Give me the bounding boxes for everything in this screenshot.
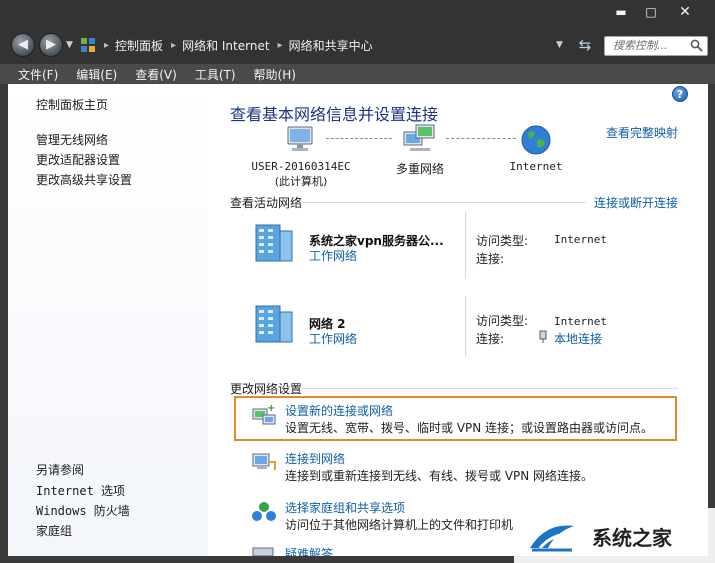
menu-edit[interactable]: 编辑(E) — [76, 66, 117, 83]
task-homegroup-desc: 访问位于其他网络计算机上的文件和打印机 — [285, 518, 514, 532]
breadcrumb[interactable]: ▸ 控制面板 ▸ 网络和 Internet ▸ 网络和共享中心 — [80, 33, 548, 57]
homegroup-icon — [252, 502, 276, 521]
close-button[interactable]: ✕ — [670, 2, 700, 22]
new-connection-icon: + — [252, 403, 276, 425]
connect-network-icon — [252, 453, 276, 470]
back-arrow-icon: ◀ — [18, 37, 28, 52]
menu-help[interactable]: 帮助(H) — [254, 66, 296, 83]
internet-globe-icon — [521, 125, 551, 155]
forward-button[interactable]: ▶ — [39, 33, 63, 57]
sidebar-link-windows-firewall[interactable]: Windows 防火墙 — [36, 502, 130, 519]
multiple-networks-label: 多重网络 — [395, 162, 444, 176]
help-button[interactable]: ? — [672, 86, 688, 102]
multiple-networks-icon — [403, 124, 435, 151]
task-homegroup-link[interactable]: 选择家庭组和共享选项 — [285, 499, 405, 516]
address-row: ◀ ▶ ▼ ▸ 控制面板 ▸ 网络和 Internet ▸ 网络和共享中心 ▼ … — [0, 28, 715, 64]
watermark: 系统之家 — [514, 508, 715, 563]
maximize-button[interactable]: □ — [636, 2, 666, 22]
breadcrumb-separator: ▸ — [104, 39, 110, 51]
sidebar-link-adapter-settings[interactable]: 更改适配器设置 — [36, 151, 120, 168]
task-setup-connection-link[interactable]: 设置新的连接或网络 — [285, 402, 393, 419]
sidebar-link-internet-options[interactable]: Internet 选项 — [36, 482, 125, 499]
sidebar-link-control-panel-home[interactable]: 控制面板主页 — [36, 96, 108, 113]
connect-disconnect-link[interactable]: 连接或断开连接 — [594, 194, 678, 211]
breadcrumb-separator: ▸ — [277, 39, 283, 51]
search-icon — [690, 39, 703, 52]
watermark-text: 系统之家 — [592, 526, 672, 550]
menu-tools[interactable]: 工具(T) — [195, 66, 236, 83]
task-setup-connection-desc: 设置无线、宽带、拨号、临时或 VPN 连接；或设置路由器或访问点。 — [285, 421, 654, 435]
address-dropdown-icon[interactable]: ▼ — [556, 40, 563, 50]
local-connection-link[interactable]: 本地连接 — [554, 330, 602, 347]
divider — [465, 212, 466, 278]
network-building-icon — [255, 305, 293, 343]
computer-subtitle: (此计算机) — [274, 175, 328, 188]
see-also-title: 另请参阅 — [36, 463, 85, 477]
troubleshoot-icon — [252, 547, 274, 556]
search-placeholder: 搜索控制... — [613, 39, 668, 52]
network-1-access-label: 访问类型: — [476, 234, 529, 248]
network-1-access-value: Internet — [554, 233, 607, 246]
sidebar-link-manage-wireless[interactable]: 管理无线网络 — [36, 131, 108, 148]
ethernet-icon — [539, 330, 547, 343]
sidebar-link-homegroup[interactable]: 家庭组 — [36, 522, 72, 539]
breadcrumb-separator: ▸ — [171, 39, 177, 51]
forward-arrow-icon: ▶ — [46, 37, 56, 52]
map-connector — [326, 138, 392, 139]
minimize-button[interactable]: ▬ — [606, 2, 636, 22]
network-2-connection-label: 连接: — [476, 332, 505, 346]
divider — [302, 388, 678, 389]
computer-name: USER-20160314EC — [251, 160, 351, 173]
watermark-logo-icon — [530, 525, 574, 552]
active-networks-title: 查看活动网络 — [230, 196, 303, 210]
control-panel-icon — [81, 38, 95, 52]
computer-icon — [287, 126, 313, 151]
refresh-icon[interactable]: ⇆ — [576, 36, 594, 54]
task-connect-network-desc: 连接到或重新连接到无线、有线、拨号或 VPN 网络连接。 — [285, 469, 594, 483]
divider — [300, 202, 586, 203]
breadcrumb-control-panel[interactable]: 控制面板 — [115, 37, 163, 54]
change-settings-title: 更改网络设置 — [230, 382, 303, 396]
back-button[interactable]: ◀ — [11, 33, 35, 57]
task-troubleshoot-link[interactable]: 疑难解答 — [285, 546, 333, 556]
title-bar: ▬ □ ✕ — [0, 0, 715, 28]
task-connect-network-link[interactable]: 连接到网络 — [285, 450, 345, 467]
network-1-connection-label: 连接: — [476, 252, 505, 266]
view-full-map-link[interactable]: 查看完整映射 — [606, 124, 678, 141]
divider — [465, 296, 466, 356]
network-2-access-value: Internet — [554, 315, 607, 328]
map-connector — [446, 138, 516, 139]
network-1-type-link[interactable]: 工作网络 — [309, 247, 357, 264]
network-building-icon — [255, 224, 293, 262]
breadcrumb-network-internet[interactable]: 网络和 Internet — [182, 37, 269, 54]
main-panel: ? 查看基本网络信息并设置连接 查看完整映射 USER-20160314EC (… — [208, 84, 708, 556]
sidebar-link-advanced-sharing[interactable]: 更改高级共享设置 — [36, 171, 132, 188]
network-2-type-link[interactable]: 工作网络 — [309, 330, 357, 347]
network-2-access-label: 访问类型: — [476, 314, 529, 328]
breadcrumb-network-sharing-center[interactable]: 网络和共享中心 — [289, 37, 373, 54]
svg-text:+: + — [267, 403, 275, 414]
search-input[interactable]: 搜索控制... — [604, 36, 708, 56]
menu-file[interactable]: 文件(F) — [18, 66, 58, 83]
menu-view[interactable]: 查看(V) — [135, 66, 177, 83]
menu-bar: 文件(F) 编辑(E) 查看(V) 工具(T) 帮助(H) — [0, 64, 715, 84]
history-dropdown-icon[interactable]: ▼ — [66, 40, 73, 50]
sidebar: 控制面板主页 管理无线网络 更改适配器设置 更改高级共享设置 另请参阅 Inte… — [8, 84, 208, 556]
internet-label: Internet — [509, 160, 563, 173]
